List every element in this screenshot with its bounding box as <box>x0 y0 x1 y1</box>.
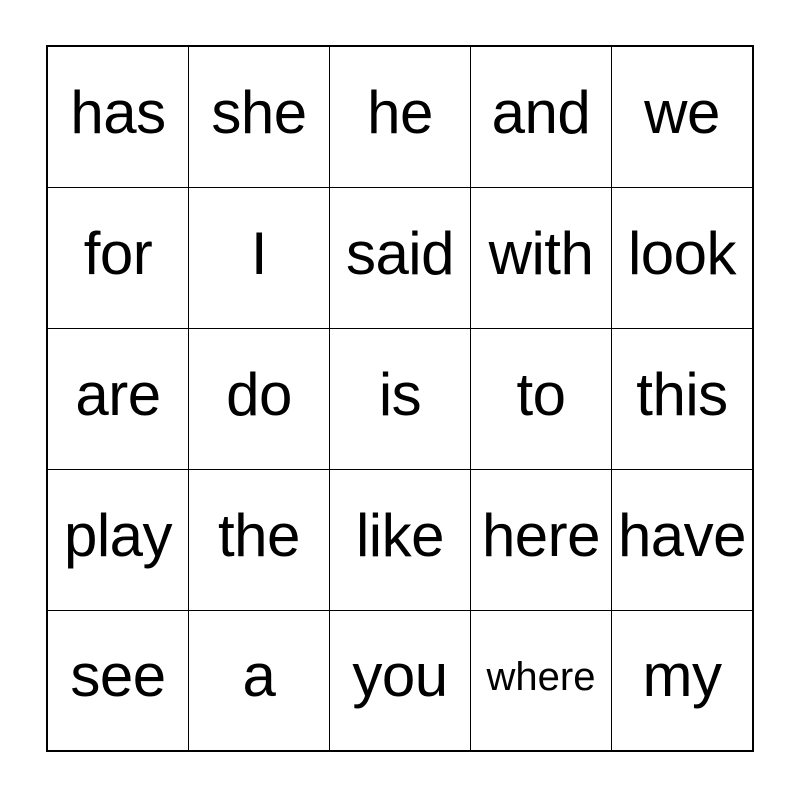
bingo-cell-inner: have <box>612 470 752 609</box>
bingo-cell-inner: play <box>48 470 187 609</box>
bingo-cell[interactable]: this <box>610 327 754 470</box>
bingo-cell[interactable]: and <box>469 45 612 188</box>
bingo-cell-inner: he <box>330 47 469 186</box>
bingo-cell-word: where <box>486 655 596 700</box>
bingo-cell[interactable]: have <box>610 468 754 611</box>
bingo-cell-word: we <box>644 78 720 146</box>
bingo-cell-inner: for <box>48 188 187 327</box>
bingo-cell-word: to <box>516 360 566 428</box>
bingo-cell-word: for <box>83 219 153 287</box>
bingo-cell-word: is <box>378 360 422 428</box>
bingo-cell-inner: do <box>189 329 328 468</box>
bingo-cell-inner: and <box>471 47 610 186</box>
bingo-row: for Isaid with look <box>46 186 754 329</box>
bingo-row: has she he and we <box>46 45 754 188</box>
bingo-cell-word: a <box>242 642 276 710</box>
bingo-cell-inner: said <box>330 188 469 327</box>
bingo-cell[interactable]: look <box>610 186 754 329</box>
bingo-cell[interactable]: here <box>469 468 612 611</box>
bingo-cell[interactable]: for <box>46 186 189 329</box>
bingo-card: has she he and we for Isaid with look are do is to th… <box>46 45 754 752</box>
bingo-cell-word: are <box>75 360 161 428</box>
bingo-cell[interactable]: play <box>46 468 189 611</box>
bingo-cell-word: play <box>63 501 173 569</box>
bingo-cell[interactable]: has <box>46 45 189 188</box>
bingo-cell[interactable]: she <box>187 45 330 188</box>
bingo-cell[interactable]: with <box>469 186 612 329</box>
bingo-cell-word: she <box>211 78 307 146</box>
bingo-cell[interactable]: said <box>328 186 471 329</box>
bingo-row: are do is to this <box>46 327 754 470</box>
bingo-cell[interactable]: a <box>187 609 330 752</box>
bingo-cell-word: I <box>250 219 268 287</box>
bingo-grid: has she he and we for Isaid with look are do is to th… <box>46 45 754 752</box>
bingo-cell-word: have <box>617 501 747 569</box>
bingo-cell[interactable]: you <box>328 609 471 752</box>
bingo-cell-inner: look <box>612 188 752 327</box>
bingo-cell-word: said <box>345 219 455 287</box>
bingo-cell-inner: I <box>189 188 328 327</box>
bingo-cell-inner: where <box>471 611 610 750</box>
bingo-cell-inner: she <box>189 47 328 186</box>
bingo-cell[interactable]: I <box>187 186 330 329</box>
bingo-cell[interactable]: to <box>469 327 612 470</box>
bingo-cell-word: with <box>488 219 594 287</box>
bingo-cell-word: my <box>642 642 722 710</box>
bingo-cell[interactable]: are <box>46 327 189 470</box>
bingo-cell[interactable]: where <box>469 609 612 752</box>
bingo-cell[interactable]: the <box>187 468 330 611</box>
bingo-cell-inner: you <box>330 611 469 750</box>
bingo-cell-word: do <box>226 360 292 428</box>
bingo-cell-word: the <box>218 501 300 569</box>
bingo-cell-word: and <box>491 78 591 146</box>
bingo-cell-inner: we <box>612 47 752 186</box>
bingo-cell[interactable]: like <box>328 468 471 611</box>
bingo-cell[interactable]: do <box>187 327 330 470</box>
bingo-row: play the like here have <box>46 468 754 611</box>
bingo-cell-inner: a <box>189 611 328 750</box>
bingo-cell[interactable]: my <box>610 609 754 752</box>
bingo-row: see a you where my <box>46 609 754 752</box>
bingo-cell[interactable]: he <box>328 45 471 188</box>
bingo-cell-word: look <box>627 219 737 287</box>
bingo-cell-word: has <box>70 78 166 146</box>
bingo-cell-word: you <box>352 642 448 710</box>
bingo-cell-word: this <box>636 360 728 428</box>
bingo-cell-inner: my <box>612 611 752 750</box>
bingo-grid-body: has she he and we for Isaid with look are do is to th… <box>46 45 754 752</box>
bingo-cell-word: he <box>367 78 433 146</box>
bingo-cell-word: like <box>355 501 445 569</box>
bingo-cell[interactable]: is <box>328 327 471 470</box>
bingo-cell-word: see <box>70 642 166 710</box>
bingo-cell-word: here <box>481 501 601 569</box>
bingo-cell-inner: has <box>48 47 187 186</box>
bingo-cell-inner: are <box>48 329 187 468</box>
bingo-cell-inner: is <box>330 329 469 468</box>
bingo-cell-inner: to <box>471 329 610 468</box>
bingo-cell-inner: this <box>612 329 752 468</box>
bingo-cell-inner: like <box>330 470 469 609</box>
bingo-cell-inner: see <box>48 611 187 750</box>
bingo-cell-inner: here <box>471 470 610 609</box>
bingo-cell-inner: with <box>471 188 610 327</box>
bingo-cell-inner: the <box>189 470 328 609</box>
bingo-cell[interactable]: we <box>610 45 754 188</box>
bingo-cell[interactable]: see <box>46 609 189 752</box>
